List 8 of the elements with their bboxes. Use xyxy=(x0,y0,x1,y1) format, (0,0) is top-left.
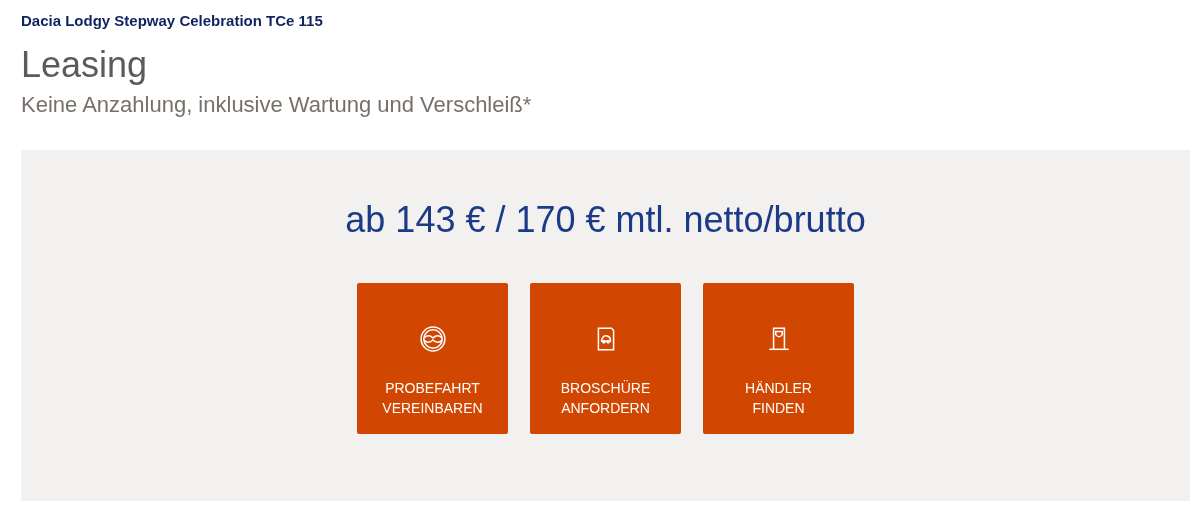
action-button[interactable]: BROSCHÜRE ANFORDERN xyxy=(530,283,681,434)
subheading: Keine Anzahlung, inklusive Wartung und Verschleiß* xyxy=(21,91,532,119)
page-heading: Leasing xyxy=(21,45,148,85)
action-button[interactable]: PROBEFAHRT VEREINBAREN xyxy=(357,283,508,434)
action-button[interactable]: HÄNDLER FINDEN xyxy=(703,283,854,434)
price-text: ab 143 € / 170 € mtl. netto/brutto xyxy=(345,198,866,242)
steering-wheel-icon xyxy=(419,326,446,352)
model-title: Dacia Lodgy Stepway Celebration TCe 115 xyxy=(21,11,323,31)
